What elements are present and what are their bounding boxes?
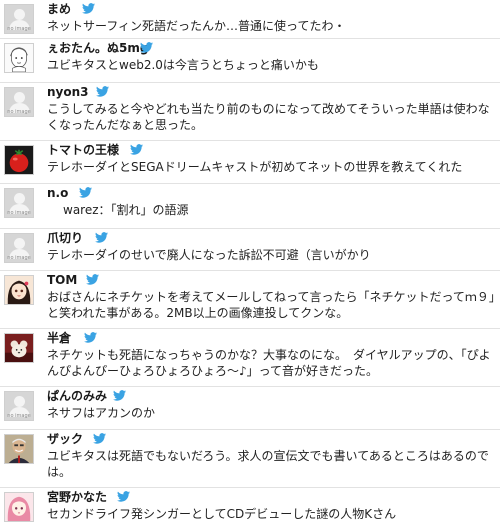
user-name[interactable]: まめ xyxy=(47,1,71,17)
twitter-bird-icon xyxy=(113,390,126,401)
user-name[interactable]: トマトの王様 xyxy=(47,142,119,158)
twitter-bird-icon xyxy=(93,433,106,444)
user-name[interactable]: nyon3 xyxy=(47,84,89,100)
tweet-row: トマトの王様 テレホーダイとSEGAドリームキャストが初めてネットの世界を教えて… xyxy=(0,141,500,184)
twitter-bird-icon xyxy=(117,491,130,502)
avatar[interactable]: no image xyxy=(4,188,34,218)
twitter-bird-icon xyxy=(86,274,99,285)
tweet-text: セカンドライフ発シンガーとしてCDデビューした謎の人物Kさん xyxy=(47,507,397,521)
avatar[interactable] xyxy=(4,492,34,522)
tweet-row: no image n.o warez：「割れ」の語源 xyxy=(0,184,500,229)
user-name[interactable]: 爪切り xyxy=(47,230,83,246)
user-name[interactable]: ザック xyxy=(47,431,83,447)
twitter-bird-icon xyxy=(84,332,97,343)
tweet-row: no image ぱんのみみ ネサフはアカンのか xyxy=(0,387,500,430)
tweet-row: no image nyon3 こうしてみると今やどれも当たり前のものになって改め… xyxy=(0,83,500,141)
twitter-bird-icon xyxy=(96,86,109,97)
avatar[interactable] xyxy=(4,275,34,305)
tweet-row: no image まめ ネットサーフィン死語だったんか…普通に使ってたわ・ xyxy=(0,0,500,39)
tweet-text: おばさんにネチケットを考えてメールしてねって言ったら「ネチケットだってｍ９」と笑… xyxy=(47,290,495,320)
tweet-row: ザック ユビキタスは死語でもないだろう。求人の宣伝文でも書いてあるところはあるの… xyxy=(0,430,500,488)
tweet-text: ネットサーフィン死語だったんか…普通に使ってたわ・ xyxy=(47,19,346,33)
user-name[interactable]: n.o xyxy=(47,185,68,201)
tweet-text: ネチケットも死語になっちゃうのかな？大事なのにな。 ダイヤルアップの、「ぴよんぴ… xyxy=(47,348,491,378)
user-name[interactable]: 宮野かなた xyxy=(47,489,107,505)
tweet-text: ユビキタスとweb2.0は今言うとちょっと痛いかも xyxy=(47,58,319,72)
twitter-bird-icon xyxy=(82,3,95,14)
tweet-text: こうしてみると今やどれも当たり前のものになって改めてそういった単語は使わなくなっ… xyxy=(47,102,490,132)
twitter-bird-icon xyxy=(140,42,153,53)
tweet-row: no image 爪切り テレホーダイのせいで廃人になった訴訟不可避（言いがかり xyxy=(0,229,500,271)
avatar[interactable]: no image xyxy=(4,4,34,34)
tweet-row: ぇおたん。ぬ5mg ユビキタスとweb2.0は今言うとちょっと痛いかも xyxy=(0,39,500,83)
tweet-text: ユビキタスは死語でもないだろう。求人の宣伝文でも書いてあるところはあるのでは。 xyxy=(47,449,489,479)
avatar[interactable]: no image xyxy=(4,87,34,117)
tweet-row: 半倉 ネチケットも死語になっちゃうのかな？大事なのにな。 ダイヤルアップの、「ぴ… xyxy=(0,329,500,387)
avatar[interactable]: no image xyxy=(4,233,34,263)
user-name[interactable]: ぇおたん。ぬ5mg xyxy=(47,40,148,56)
twitter-bird-icon xyxy=(130,144,143,155)
tweet-text: warez：「割れ」の語源 xyxy=(63,203,189,217)
tweet-text: テレホーダイのせいで廃人になった訴訟不可避（言いがかり xyxy=(47,248,371,262)
tweet-row: TOM おばさんにネチケットを考えてメールしてねって言ったら「ネチケットだってｍ… xyxy=(0,271,500,329)
avatar[interactable]: no image xyxy=(4,391,34,421)
user-name[interactable]: ぱんのみみ xyxy=(47,388,107,404)
user-name[interactable]: TOM xyxy=(47,272,77,288)
avatar[interactable] xyxy=(4,43,34,73)
tweet-text: テレホーダイとSEGAドリームキャストが初めてネットの世界を教えてくれた xyxy=(47,160,463,174)
avatar[interactable] xyxy=(4,145,34,175)
avatar[interactable] xyxy=(4,434,34,464)
tweet-feed: no image まめ ネットサーフィン死語だったんか…普通に使ってたわ・ ぇお… xyxy=(0,0,500,532)
twitter-bird-icon xyxy=(79,187,92,198)
tweet-row: 宮野かなた セカンドライフ発シンガーとしてCDデビューした謎の人物Kさん xyxy=(0,488,500,532)
avatar[interactable] xyxy=(4,333,34,363)
twitter-bird-icon xyxy=(95,232,108,243)
user-name[interactable]: 半倉 xyxy=(47,330,71,346)
tweet-text: ネサフはアカンのか xyxy=(47,406,156,420)
